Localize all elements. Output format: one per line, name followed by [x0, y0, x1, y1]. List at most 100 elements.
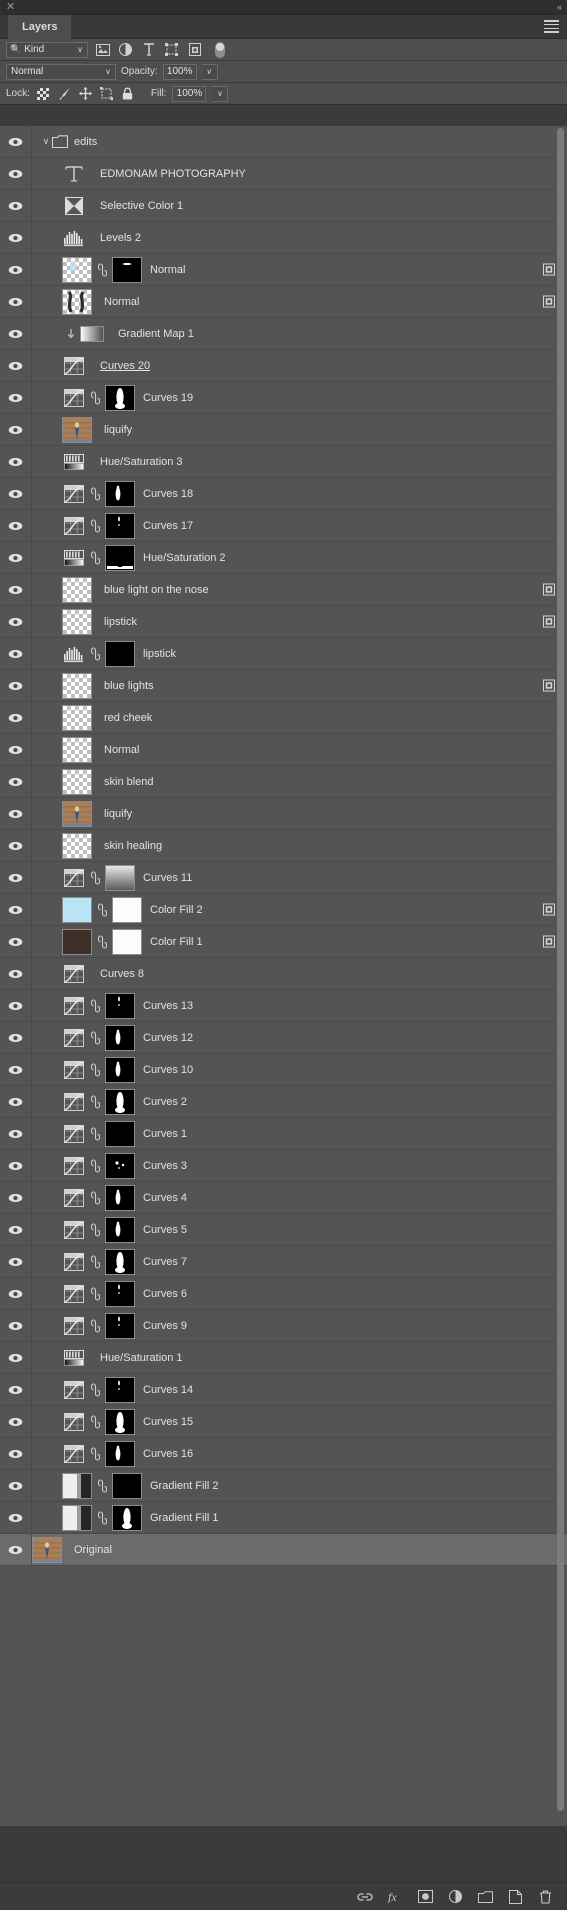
layer-thumbnail[interactable]	[62, 608, 92, 635]
layer-row[interactable]: Curves 10	[0, 1053, 567, 1086]
layer-row[interactable]: blue light on the nose	[0, 573, 567, 606]
layer-row[interactable]: lipstick	[0, 605, 567, 638]
layer-row-content[interactable]: Color Fill 2	[32, 894, 567, 926]
layer-name[interactable]: Curves 5	[143, 1224, 187, 1236]
link-mask-icon[interactable]	[96, 1478, 109, 1493]
layer-visibility-toggle[interactable]	[0, 381, 32, 414]
layer-row-content[interactable]: Normal	[32, 734, 567, 766]
curves-icon[interactable]	[62, 1122, 86, 1146]
layer-mask-thumbnail[interactable]	[105, 1312, 135, 1339]
layer-name[interactable]: Color Fill 1	[150, 936, 203, 948]
layer-row-content[interactable]: EDMONAM PHOTOGRAPHY	[32, 158, 567, 190]
layer-name[interactable]: Curves 17	[143, 520, 193, 532]
link-mask-icon[interactable]	[89, 1222, 102, 1237]
layer-row[interactable]: Curves 9	[0, 1309, 567, 1342]
layer-style-button[interactable]: fx	[387, 1889, 403, 1905]
curves-icon[interactable]	[62, 1442, 86, 1466]
layer-visibility-toggle[interactable]	[0, 1117, 32, 1150]
layer-visibility-toggle[interactable]	[0, 765, 32, 798]
layer-row-content[interactable]: ∨ edits	[32, 126, 567, 158]
layer-row-content[interactable]: Curves 14	[32, 1374, 567, 1406]
lock-artboard-nesting[interactable]	[99, 86, 114, 101]
layer-row-content[interactable]: liquify	[32, 414, 567, 446]
curves-icon[interactable]	[62, 1282, 86, 1306]
layer-row-content[interactable]: Gradient Fill 2	[32, 1470, 567, 1502]
lock-transparent-pixels[interactable]	[36, 86, 51, 101]
layer-row-content[interactable]: Curves 13	[32, 990, 567, 1022]
link-mask-icon[interactable]	[89, 998, 102, 1013]
layer-list[interactable]: ∨ edits EDMONAM PHOTOGRAPHY Selective Color…	[0, 126, 567, 1826]
curves-icon[interactable]	[62, 386, 86, 410]
layer-name[interactable]: lipstick	[143, 648, 176, 660]
levels-icon[interactable]	[62, 226, 86, 250]
layer-name[interactable]: Curves 9	[143, 1320, 187, 1332]
curves-icon[interactable]	[62, 1218, 86, 1242]
layer-thumbnail[interactable]	[62, 736, 92, 763]
layer-row-content[interactable]: Normal	[32, 254, 567, 286]
curves-icon[interactable]	[62, 1154, 86, 1178]
layer-visibility-toggle[interactable]	[0, 477, 32, 510]
layer-thumbnail[interactable]	[62, 704, 92, 731]
layer-thumbnail[interactable]	[62, 800, 92, 827]
layer-visibility-toggle[interactable]	[0, 701, 32, 734]
layer-name[interactable]: Hue/Saturation 3	[100, 456, 183, 468]
layer-row-content[interactable]: Curves 16	[32, 1438, 567, 1470]
add-layer-mask-button[interactable]	[417, 1889, 433, 1905]
layer-visibility-toggle[interactable]	[0, 349, 32, 382]
layer-row[interactable]: ∨ edits	[0, 126, 567, 158]
curves-icon[interactable]	[62, 1058, 86, 1082]
layer-mask-thumbnail[interactable]	[112, 256, 142, 283]
curves-icon[interactable]	[62, 354, 86, 378]
layer-row[interactable]: lipstick	[0, 637, 567, 670]
link-mask-icon[interactable]	[89, 518, 102, 533]
layer-row[interactable]: liquify	[0, 413, 567, 446]
layer-row-content[interactable]: Curves 7	[32, 1246, 567, 1278]
layer-mask-thumbnail[interactable]	[105, 640, 135, 667]
layer-visibility-toggle[interactable]	[0, 221, 32, 254]
layer-name[interactable]: Levels 2	[100, 232, 141, 244]
layer-name[interactable]: Color Fill 2	[150, 904, 203, 916]
layer-row[interactable]: skin blend	[0, 765, 567, 798]
link-mask-icon[interactable]	[89, 1414, 102, 1429]
layer-name[interactable]: Normal	[104, 744, 139, 756]
lock-image-pixels[interactable]	[57, 86, 72, 101]
layer-mask-thumbnail[interactable]	[105, 1408, 135, 1435]
layer-name[interactable]: Curves 4	[143, 1192, 187, 1204]
curves-icon[interactable]	[62, 482, 86, 506]
layer-thumbnail[interactable]	[62, 928, 92, 955]
layer-row-content[interactable]: Hue/Saturation 1	[32, 1342, 567, 1374]
layer-row[interactable]: Curves 16	[0, 1437, 567, 1470]
scrollbar-thumb[interactable]	[557, 128, 564, 1811]
layer-mask-thumbnail[interactable]	[105, 1088, 135, 1115]
layer-visibility-toggle[interactable]	[0, 285, 32, 318]
close-icon[interactable]: ✕	[6, 1, 15, 14]
layer-name[interactable]: Curves 13	[143, 1000, 193, 1012]
layer-visibility-toggle[interactable]	[0, 413, 32, 446]
layer-visibility-toggle[interactable]	[0, 605, 32, 638]
gradient-icon[interactable]	[80, 322, 104, 346]
layer-visibility-toggle[interactable]	[0, 1309, 32, 1342]
link-mask-icon[interactable]	[89, 1126, 102, 1141]
filter-enable-toggle[interactable]	[215, 41, 225, 58]
layer-mask-thumbnail[interactable]	[105, 864, 135, 891]
layer-row-content[interactable]: Hue/Saturation 2	[32, 542, 567, 574]
layer-name[interactable]: Curves 19	[143, 392, 193, 404]
new-adjustment-layer-button[interactable]	[447, 1889, 463, 1905]
layer-row[interactable]: Curves 4	[0, 1181, 567, 1214]
layer-mask-thumbnail[interactable]	[105, 480, 135, 507]
layer-row-content[interactable]: Gradient Fill 1	[32, 1502, 567, 1534]
layer-name[interactable]: Curves 15	[143, 1416, 193, 1428]
layer-mask-thumbnail[interactable]	[105, 1248, 135, 1275]
layer-row-content[interactable]: Curves 12	[32, 1022, 567, 1054]
layer-visibility-toggle[interactable]	[0, 1181, 32, 1214]
layer-row[interactable]: Gradient Map 1	[0, 317, 567, 350]
layer-row-content[interactable]: Curves 10	[32, 1054, 567, 1086]
layer-name[interactable]: edits	[74, 136, 97, 148]
curves-icon[interactable]	[62, 866, 86, 890]
layer-row-content[interactable]: Curves 9	[32, 1310, 567, 1342]
layer-row[interactable]: Curves 17	[0, 509, 567, 542]
layer-row[interactable]: Original	[0, 1533, 567, 1566]
layer-row-content[interactable]: Curves 20	[32, 350, 567, 382]
levels-icon[interactable]	[62, 642, 86, 666]
link-mask-icon[interactable]	[89, 1190, 102, 1205]
